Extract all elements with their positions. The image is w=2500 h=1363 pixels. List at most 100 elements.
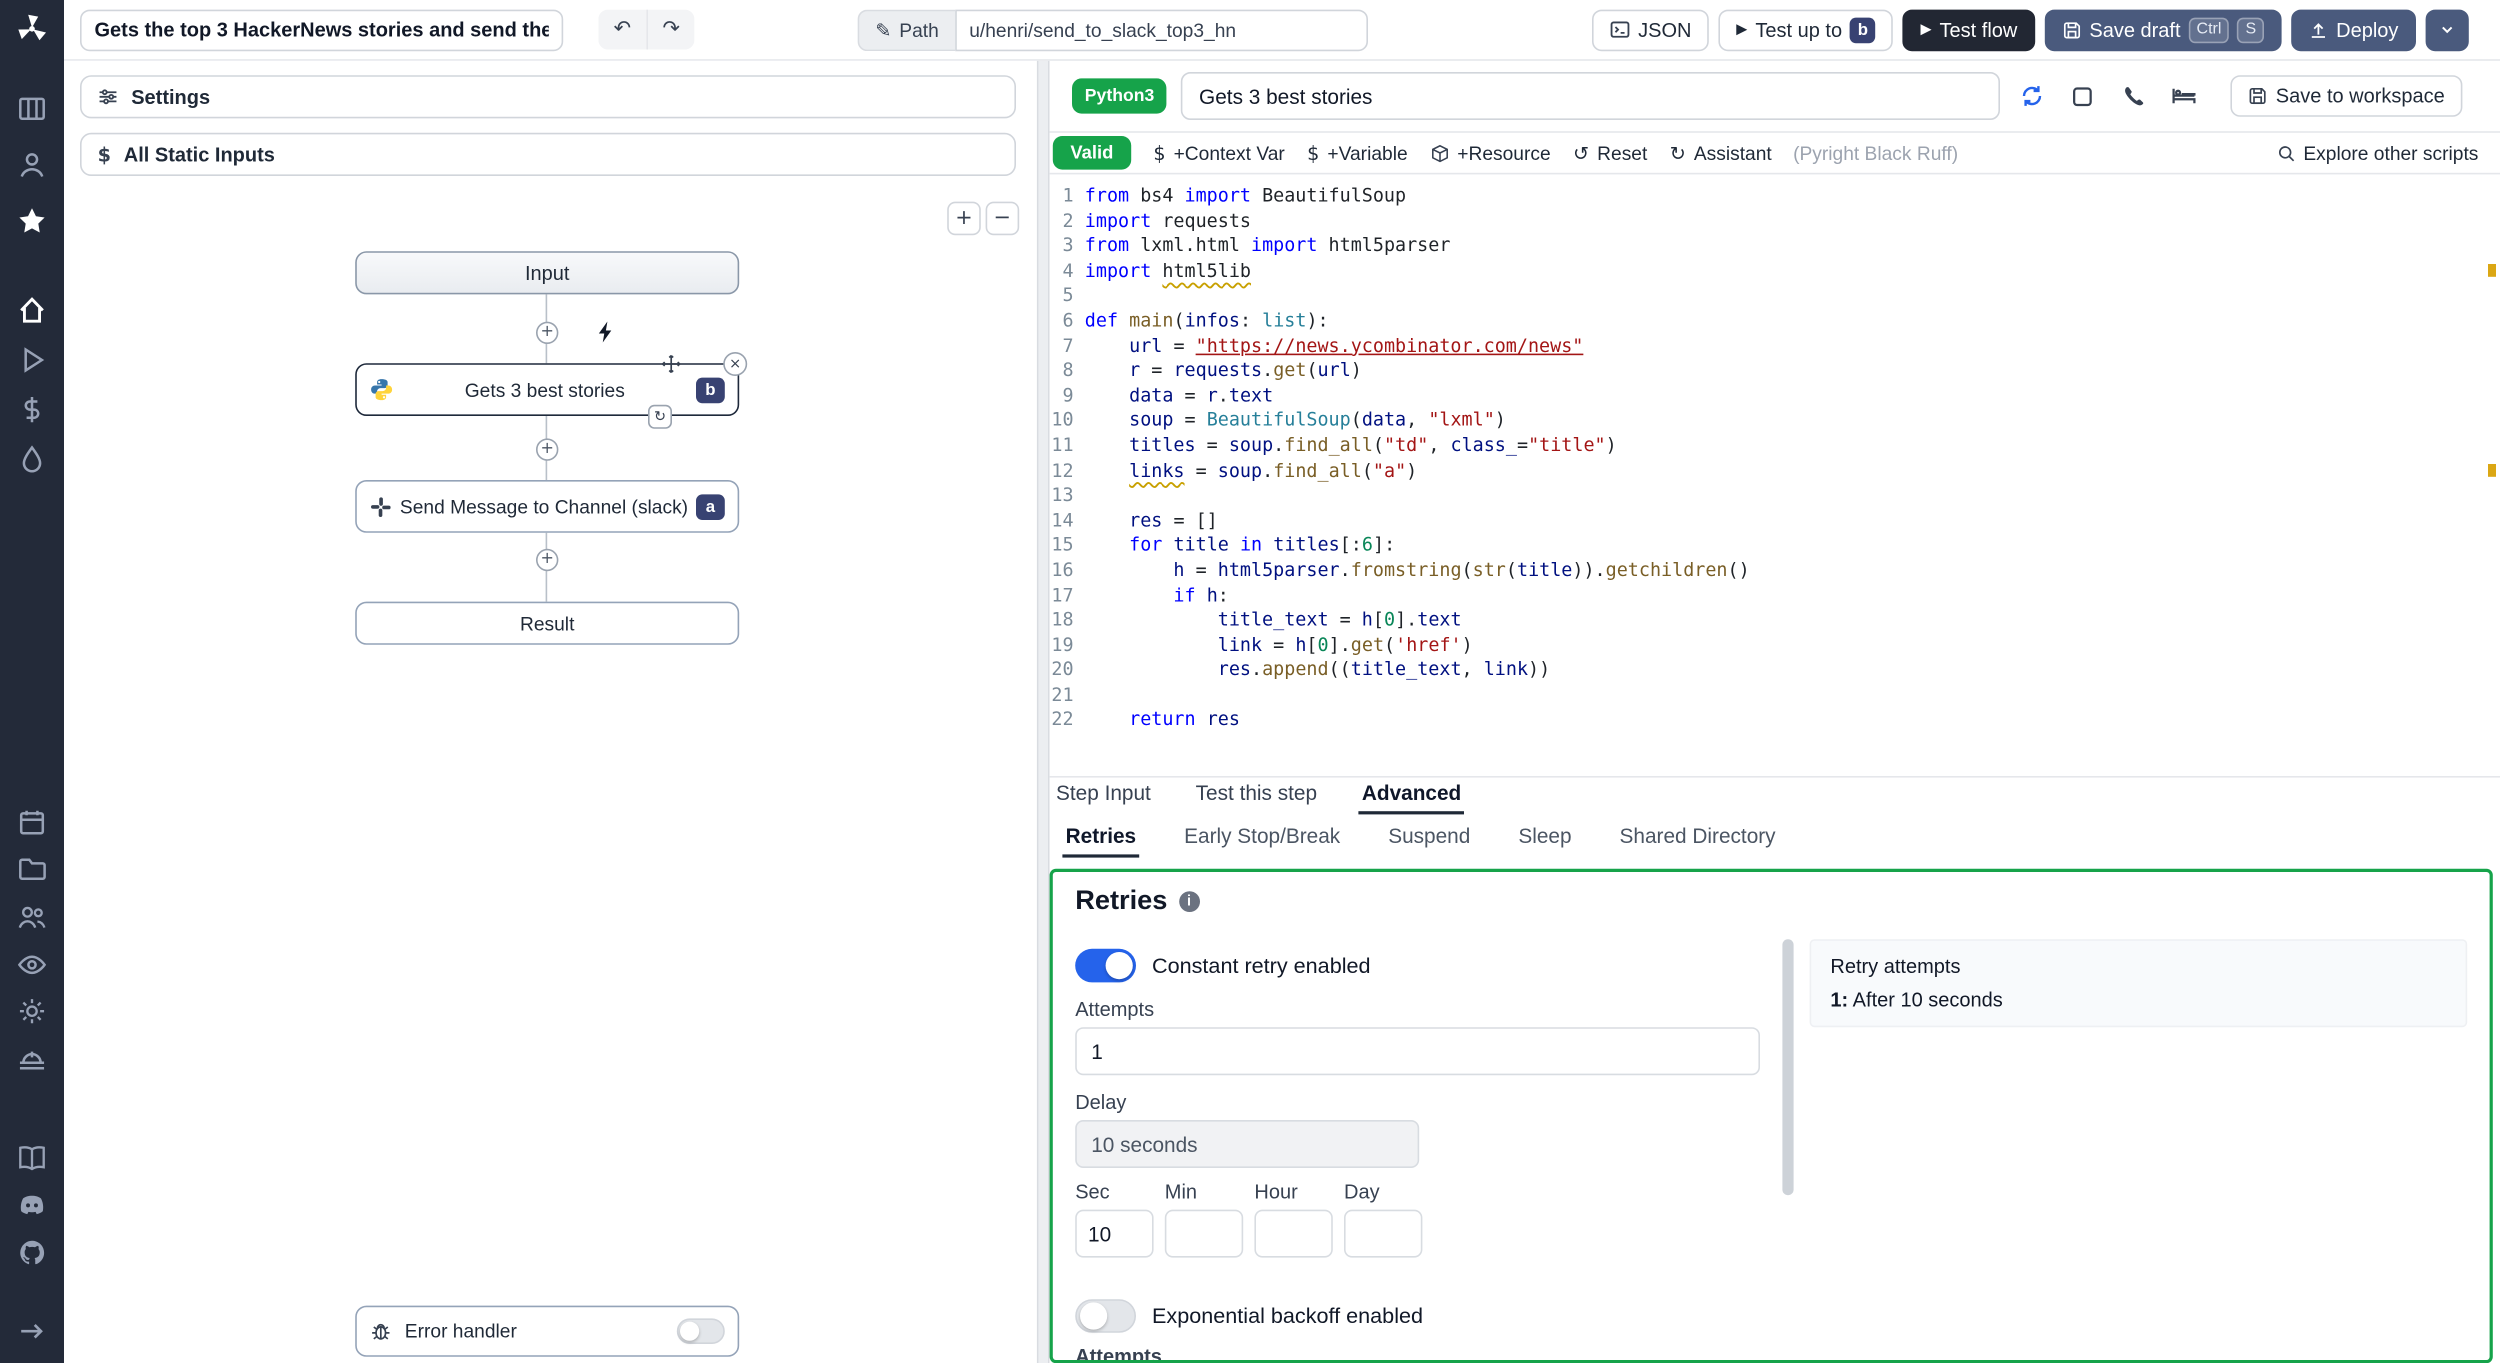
code-line[interactable]: def main(infos: list): xyxy=(1085,309,2500,334)
apps-icon[interactable] xyxy=(18,94,47,123)
zoom-in-button[interactable]: + xyxy=(947,201,981,236)
user-icon[interactable] xyxy=(18,150,47,179)
flow-result-node[interactable]: Result xyxy=(355,601,740,645)
flow-step-a-node[interactable]: Send Message to Channel (slack) a xyxy=(355,480,740,533)
delay-input[interactable] xyxy=(1075,1120,1420,1168)
code-editor[interactable]: 1 2 3 4 5 6 7 8 9 10 11 12 13 14 15 16 17 18 19 20 21 22 from… xyxy=(1050,174,2500,776)
test-flow-button[interactable]: ▶ Test flow xyxy=(1902,8,2035,51)
add-step-button[interactable]: + xyxy=(536,548,559,572)
flow-step-b-node[interactable]: Gets 3 best stories b × ↻ xyxy=(355,352,748,429)
code-line[interactable]: return res xyxy=(1085,708,2500,733)
tab-test-this-step[interactable]: Test this step xyxy=(1192,781,1320,815)
remove-step-button[interactable]: × xyxy=(723,352,748,376)
code-line[interactable]: h = html5parser.fromstring(str(title)).g… xyxy=(1085,558,2500,583)
code-lines[interactable]: from bs4 import BeautifulSoup import requ… xyxy=(1085,184,2500,776)
subtab-shared-directory[interactable]: Shared Directory xyxy=(1616,824,1778,858)
code-line[interactable]: res.append((title_text, link)) xyxy=(1085,658,2500,683)
save-to-workspace-button[interactable]: Save to workspace xyxy=(2231,75,2463,117)
json-button[interactable]: JSON xyxy=(1591,8,1710,51)
restart-from-step-button[interactable]: ↻ xyxy=(648,404,672,429)
code-line[interactable]: for title in titles[:6]: xyxy=(1085,533,2500,558)
deploy-dropdown-button[interactable] xyxy=(2425,8,2469,51)
audit-icon[interactable] xyxy=(17,950,47,979)
add-step-button[interactable]: + xyxy=(536,321,559,344)
code-line[interactable]: from lxml.html import html5parser xyxy=(1085,234,2500,259)
code-line[interactable]: title_text = h[0].text xyxy=(1085,608,2500,633)
constant-retry-toggle[interactable] xyxy=(1075,948,1136,983)
hour-input[interactable] xyxy=(1254,1209,1333,1258)
redo-button[interactable]: ↷ xyxy=(646,9,695,50)
deploy-button[interactable]: Deploy xyxy=(2291,8,2416,51)
save-draft-button[interactable]: Save draft Ctrl S xyxy=(2044,8,2282,51)
code-line[interactable]: data = r.text xyxy=(1085,384,2500,409)
github-icon[interactable] xyxy=(18,1238,47,1267)
subtab-early-stop[interactable]: Early Stop/Break xyxy=(1181,824,1343,858)
variables-icon[interactable] xyxy=(18,395,47,424)
attempts-input[interactable] xyxy=(1075,1027,1760,1076)
explore-other-scripts-button[interactable]: Explore other scripts xyxy=(2276,142,2478,164)
code-line[interactable]: res = [] xyxy=(1085,508,2500,533)
add-context-var-button[interactable]: $ +Context Var xyxy=(1153,142,1284,164)
trigger-bolt-icon[interactable] xyxy=(594,320,618,344)
subtab-retries[interactable]: Retries xyxy=(1062,824,1140,858)
groups-icon[interactable] xyxy=(18,902,47,931)
code-line[interactable]: soup = BeautifulSoup(data, "lxml") xyxy=(1085,409,2500,434)
code-line[interactable]: url = "https://news.ycombinator.com/news… xyxy=(1085,334,2500,359)
windmill-logo-icon[interactable] xyxy=(16,13,48,45)
subtab-suspend[interactable]: Suspend xyxy=(1385,824,1474,858)
undo-button[interactable]: ↶ xyxy=(598,9,647,50)
code-line[interactable]: links = soup.find_all("a") xyxy=(1085,458,2500,483)
flow-title-input[interactable] xyxy=(80,8,564,51)
exponential-backoff-toggle[interactable] xyxy=(1075,1299,1136,1333)
settings-gear-icon[interactable] xyxy=(18,997,47,1026)
code-line[interactable]: titles = soup.find_all("td", class_="tit… xyxy=(1085,434,2500,459)
discord-icon[interactable] xyxy=(18,1190,47,1219)
add-step-button[interactable]: + xyxy=(536,438,559,461)
sync-icon[interactable] xyxy=(2014,77,2050,115)
min-input[interactable] xyxy=(1164,1209,1244,1258)
assistant-button[interactable]: ↻ Assistant (Pyright Black Ruff) xyxy=(1670,142,1958,164)
info-icon[interactable]: i xyxy=(1178,890,1200,912)
code-line[interactable]: import html5lib xyxy=(1085,259,2500,284)
day-input[interactable] xyxy=(1344,1209,1423,1258)
code-line[interactable] xyxy=(1085,483,2500,508)
add-resource-button[interactable]: +Resource xyxy=(1430,142,1551,164)
star-icon[interactable] xyxy=(18,206,47,235)
workers-icon[interactable] xyxy=(18,1045,47,1074)
zoom-out-button[interactable]: − xyxy=(985,201,1020,236)
code-line[interactable]: link = h[0].get('href') xyxy=(1085,633,2500,658)
subtab-sleep[interactable]: Sleep xyxy=(1515,824,1575,858)
flow-settings-button[interactable]: Settings xyxy=(80,75,1016,119)
tab-step-input[interactable]: Step Input xyxy=(1053,781,1154,815)
square-icon[interactable] xyxy=(2064,77,2100,115)
schedules-icon[interactable] xyxy=(18,808,47,837)
code-line[interactable]: r = requests.get(url) xyxy=(1085,359,2500,384)
phone-icon[interactable] xyxy=(2115,77,2151,115)
panel-splitter[interactable] xyxy=(1036,60,1050,1363)
code-line[interactable]: import requests xyxy=(1085,209,2500,234)
resources-icon[interactable] xyxy=(18,445,47,474)
flow-input-node[interactable]: Input xyxy=(355,251,740,295)
folders-icon[interactable] xyxy=(18,854,47,883)
code-line[interactable] xyxy=(1085,284,2500,309)
code-line[interactable]: from bs4 import BeautifulSoup xyxy=(1085,184,2500,209)
retries-scrollbar[interactable] xyxy=(1782,939,1794,1360)
home-icon[interactable] xyxy=(18,296,47,325)
move-step-icon[interactable] xyxy=(659,352,683,376)
docs-icon[interactable] xyxy=(18,1144,47,1173)
error-handler-toggle[interactable] xyxy=(676,1318,725,1344)
code-line[interactable] xyxy=(1085,683,2500,708)
error-handler-node[interactable]: Error handler xyxy=(355,1305,740,1357)
tab-advanced[interactable]: Advanced xyxy=(1358,781,1465,815)
reset-button[interactable]: ↺ Reset xyxy=(1573,142,1647,164)
runs-icon[interactable] xyxy=(18,346,47,375)
sec-input[interactable] xyxy=(1075,1209,1154,1258)
add-variable-button[interactable]: $ +Variable xyxy=(1307,142,1407,164)
bed-icon[interactable] xyxy=(2166,77,2202,115)
path-input[interactable] xyxy=(954,9,1368,52)
all-static-inputs-button[interactable]: $ All Static Inputs xyxy=(80,132,1016,176)
test-up-to-button[interactable]: ▶ Test up to b xyxy=(1718,8,1894,51)
expand-sidebar-icon[interactable] xyxy=(18,1317,47,1346)
step-name-input[interactable] xyxy=(1181,72,2000,120)
code-line[interactable]: if h: xyxy=(1085,583,2500,608)
